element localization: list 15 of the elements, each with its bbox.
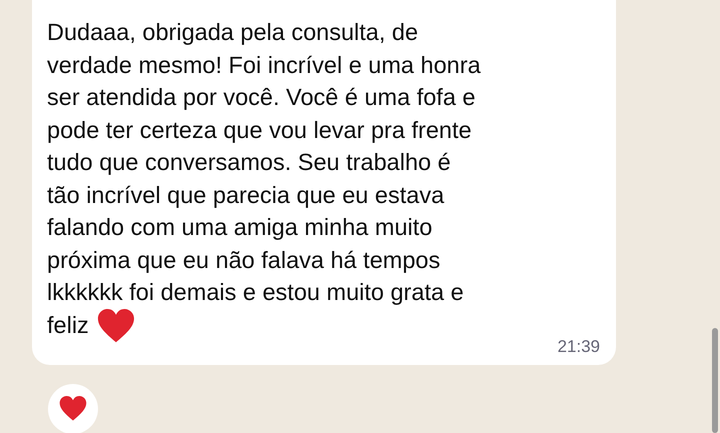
- heart-icon: [59, 396, 87, 422]
- message-time: 21:39: [557, 336, 600, 357]
- message-text: tudo que conversamos. Seu trabalho é: [47, 148, 451, 177]
- message-text: falando com uma amiga minha muito: [47, 213, 432, 242]
- message-text: tão incrível que parecia que eu estava: [47, 180, 444, 210]
- message-text: lkkkkkk foi demais e estou muito grata e: [47, 278, 464, 307]
- message-text: próxima que eu não falava há tempos: [47, 246, 440, 275]
- message-text: Dudaaa, obrigada pela consulta, de: [47, 18, 418, 47]
- message-text: verdade mesmo! Foi incrível e uma honra: [47, 50, 481, 80]
- message-text: feliz: [47, 311, 89, 340]
- scrollbar[interactable]: [712, 328, 718, 433]
- reaction-badge[interactable]: [48, 384, 98, 433]
- message-text: ser atendida por você. Você é uma fofa e: [47, 83, 476, 112]
- message-text: pode ter certeza que vou levar pra frente: [47, 116, 472, 145]
- heart-icon: [96, 308, 135, 343]
